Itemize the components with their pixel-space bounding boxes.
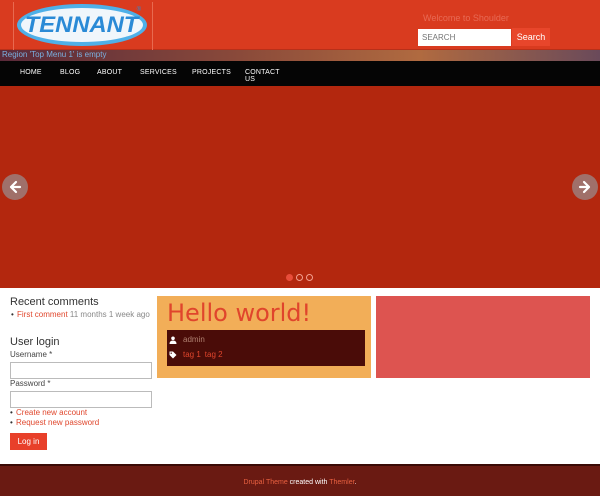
- list-item: Create new account: [10, 408, 99, 418]
- site-footer: Drupal Theme created with Themler.: [0, 464, 600, 496]
- tag-icon: [169, 351, 177, 358]
- username-field[interactable]: [10, 362, 152, 379]
- slider-pagination: [286, 274, 313, 282]
- nav-item-blog[interactable]: BLOG: [60, 69, 80, 76]
- search-button[interactable]: Search: [512, 28, 550, 46]
- password-label: Password *: [10, 379, 50, 388]
- footer-period: .: [354, 479, 357, 486]
- password-label-text: Password: [10, 379, 46, 388]
- slider-prev-button[interactable]: [2, 174, 28, 200]
- recent-comments-title: Recent comments: [10, 296, 99, 308]
- password-field[interactable]: [10, 391, 152, 408]
- logo-container[interactable]: TENNANT ®: [13, 2, 153, 50]
- site-header: TENNANT ® Welcome to Shoulder Search: [0, 0, 600, 50]
- article-meta: admin tag 1 tag 2: [167, 330, 365, 366]
- footer-credits: Drupal Theme created with Themler.: [0, 479, 600, 486]
- footer-created-with: created with: [287, 479, 330, 486]
- nav-item-services[interactable]: SERVICES: [140, 69, 177, 76]
- recent-comment-link[interactable]: First comment: [17, 310, 68, 319]
- hero-slider: [0, 86, 600, 288]
- article-tag-1[interactable]: tag 1: [183, 350, 201, 359]
- username-label-text: Username: [10, 350, 47, 359]
- article-title[interactable]: Hello world!: [167, 299, 311, 327]
- user-icon: [169, 336, 177, 344]
- article-author[interactable]: admin: [183, 335, 205, 344]
- nav-item-about[interactable]: ABOUT: [97, 69, 122, 76]
- article-tag-2[interactable]: tag 2: [205, 350, 223, 359]
- request-password-link[interactable]: Request new password: [16, 418, 99, 427]
- nav-item-home[interactable]: HOME: [20, 69, 42, 76]
- logo-registered-mark: ®: [136, 7, 141, 13]
- logo-text: TENNANT: [25, 12, 139, 37]
- recent-comment-time: 11 months 1 week ago: [67, 310, 150, 319]
- slider-dot-3[interactable]: [306, 274, 313, 281]
- article-card: Hello world! admin tag 1 tag 2: [157, 296, 371, 378]
- create-account-link[interactable]: Create new account: [16, 408, 87, 417]
- slider-dot-2[interactable]: [296, 274, 303, 281]
- nav-item-projects[interactable]: PROJECTS: [192, 69, 231, 76]
- region-empty-notice: Region 'Top Menu 1' is empty: [2, 50, 107, 59]
- arrow-right-icon: [578, 180, 591, 194]
- main-navigation: HOME BLOG ABOUT SERVICES PROJECTS CONTAC…: [0, 61, 600, 86]
- site-logo[interactable]: TENNANT ®: [17, 4, 147, 46]
- username-label: Username *: [10, 350, 52, 359]
- slider-next-button[interactable]: [572, 174, 598, 200]
- list-item: First comment 11 months 1 week ago: [11, 310, 152, 320]
- footer-drupal-theme-link[interactable]: Drupal Theme: [244, 479, 288, 486]
- login-button[interactable]: Log in: [10, 433, 47, 450]
- user-login-title: User login: [10, 336, 60, 348]
- nav-item-contact-us[interactable]: CONTACT US: [245, 69, 280, 83]
- article-author-row: admin: [169, 335, 205, 344]
- search-input[interactable]: [418, 29, 511, 46]
- slider-dot-1[interactable]: [286, 274, 293, 281]
- required-mark: *: [47, 379, 51, 388]
- arrow-left-icon: [9, 180, 22, 194]
- right-sidebar-block: [376, 296, 590, 378]
- top-menu-region: Region 'Top Menu 1' is empty: [0, 50, 600, 61]
- welcome-text: Welcome to Shoulder: [423, 13, 509, 23]
- list-item: Request new password: [10, 418, 99, 428]
- login-links: Create new account Request new password: [10, 408, 99, 428]
- article-tags-row: tag 1 tag 2: [169, 350, 227, 359]
- required-mark: *: [49, 350, 53, 359]
- footer-themler-link[interactable]: Themler: [329, 479, 354, 486]
- recent-comments-list: First comment 11 months 1 week ago: [11, 310, 152, 320]
